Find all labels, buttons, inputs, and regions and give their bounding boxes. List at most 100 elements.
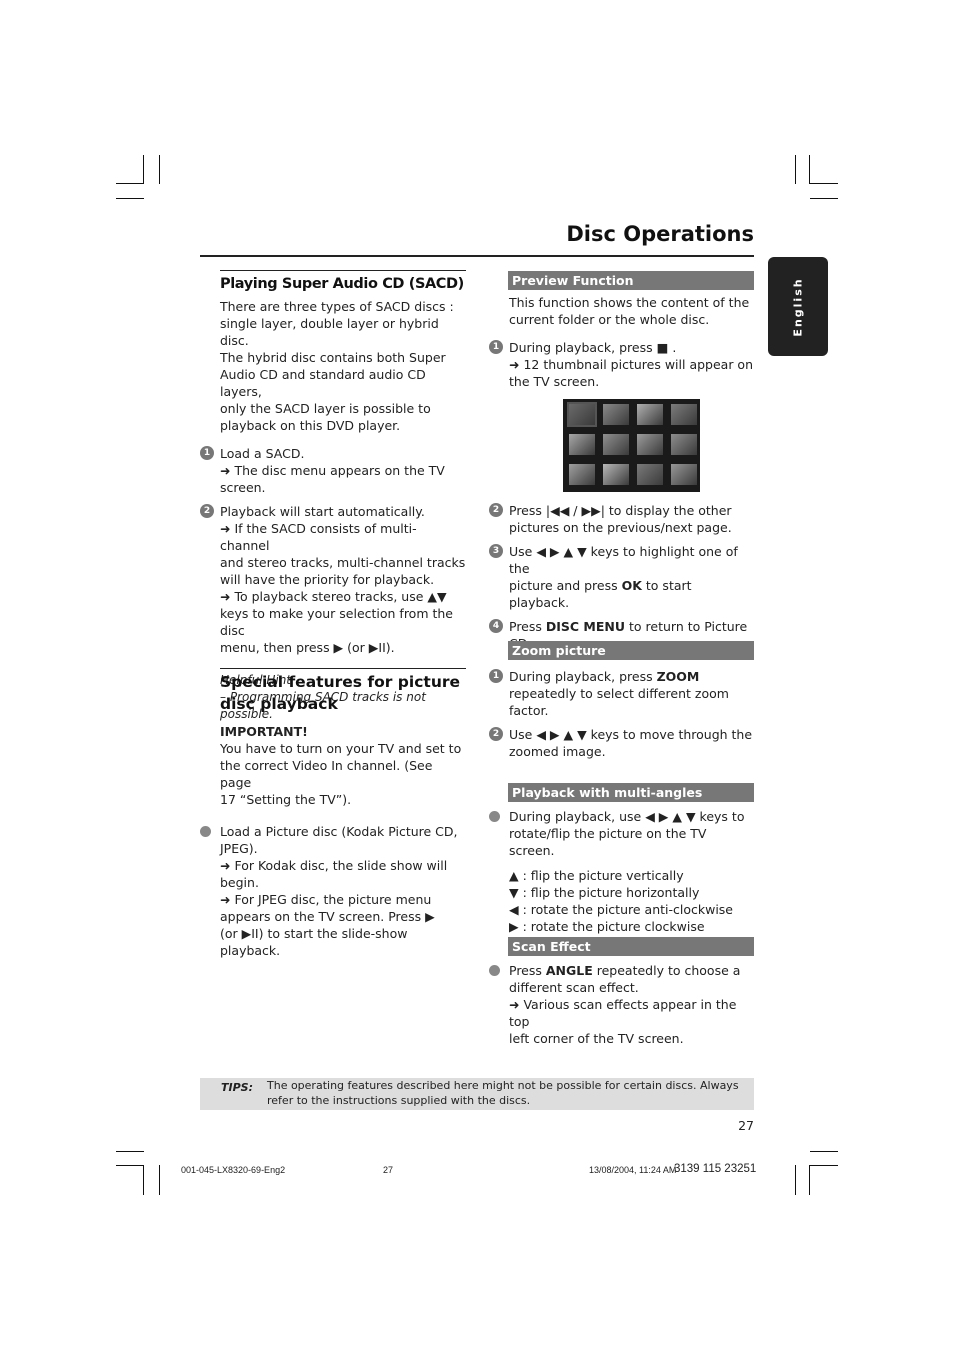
thumbnail-picture bbox=[569, 464, 595, 485]
preview-step-1: 1 During playback, press ■ . ➜ 12 thumbn… bbox=[489, 339, 754, 390]
sacd-intro: There are three types of SACD discs : si… bbox=[220, 298, 466, 434]
picture-bullet: Load a Picture disc (Kodak Picture CD, J… bbox=[200, 823, 466, 959]
key-description: ▼ : flip the picture horizontally bbox=[509, 885, 700, 900]
crop-mark bbox=[809, 155, 810, 184]
crop-mark bbox=[809, 1165, 838, 1166]
text-line: Use ◀ ▶ ▲ ▼ keys to move through the bbox=[509, 727, 753, 742]
text-line: There are three types of SACD discs : bbox=[220, 299, 454, 314]
angles-section: Playback with multi-angles During playba… bbox=[489, 783, 754, 935]
thumbnail-picture bbox=[637, 464, 663, 485]
text-line: begin. bbox=[220, 875, 259, 890]
step-number-icon: 1 bbox=[489, 340, 503, 354]
text-line: Audio CD and standard audio CD layers, bbox=[220, 367, 426, 399]
text-line: During playback, press ■ . bbox=[509, 340, 677, 355]
sacd-heading: Playing Super Audio CD (SACD) bbox=[220, 270, 466, 295]
tips-box: TIPS: The operating features described h… bbox=[200, 1078, 754, 1110]
text-line: the TV screen. bbox=[509, 374, 600, 389]
zoom-heading: Zoom picture bbox=[508, 641, 754, 660]
thumbnail-picture bbox=[603, 434, 629, 455]
text-line: Use ◀ ▶ ▲ ▼ keys to highlight one of the bbox=[509, 544, 738, 576]
key-name: ANGLE bbox=[545, 963, 593, 978]
sacd-step-1: 1 Load a SACD. ➜ The disc menu appears o… bbox=[200, 445, 466, 496]
crop-mark bbox=[809, 1165, 810, 1195]
text-line: repeatedly to select different zoom bbox=[509, 686, 729, 701]
bullet-icon bbox=[489, 965, 500, 976]
tips-text: The operating features described here mi… bbox=[267, 1079, 739, 1107]
text-line: screen. bbox=[220, 480, 266, 495]
preview-step-2: 2 Press |◀◀ / ▶▶| to display the other p… bbox=[489, 502, 754, 536]
thumbnail-picture bbox=[603, 464, 629, 485]
text-line: single layer, double layer or hybrid dis… bbox=[220, 316, 439, 348]
important-label: IMPORTANT! bbox=[220, 724, 308, 739]
thumbnail-picture bbox=[671, 434, 697, 455]
scan-heading: Scan Effect bbox=[508, 937, 754, 956]
thumbnail-picture bbox=[603, 404, 629, 425]
step-number-icon: 2 bbox=[489, 727, 503, 741]
page-title: Disc Operations bbox=[566, 222, 754, 246]
crop-mark bbox=[116, 198, 144, 199]
footer-file: 001-045-LX8320-69-Eng2 bbox=[181, 1165, 286, 1175]
step-number-icon: 1 bbox=[200, 446, 214, 460]
text-span: repeatedly to choose a bbox=[592, 963, 741, 978]
text-line: playback on this DVD player. bbox=[220, 418, 401, 433]
step-number-icon: 4 bbox=[489, 619, 503, 633]
text-line: and stereo tracks, multi-channel tracks bbox=[220, 555, 466, 570]
step-number-icon: 3 bbox=[489, 544, 503, 558]
text-line: This function shows the content of the bbox=[509, 295, 750, 310]
text-line: The hybrid disc contains both Super bbox=[220, 350, 446, 365]
thumbnail-picture bbox=[671, 404, 697, 425]
text-span: picture and press bbox=[509, 578, 622, 593]
key-description: ▶ : rotate the picture clockwise bbox=[509, 919, 705, 934]
text-line: ➜ For Kodak disc, the slide show will bbox=[220, 858, 448, 873]
text-line: During playback, use ◀ ▶ ▲ ▼ keys to bbox=[509, 809, 745, 824]
text-line: Press ANGLE repeatedly to choose a bbox=[509, 962, 754, 979]
text-line: pictures on the previous/next page. bbox=[509, 520, 732, 535]
text-line: factor. bbox=[509, 703, 549, 718]
text-line: different scan effect. bbox=[509, 980, 639, 995]
key-name: DISC MENU bbox=[545, 619, 626, 634]
text-line: Playback will start automatically. bbox=[220, 504, 425, 519]
text-line: Load a SACD. bbox=[220, 446, 305, 461]
key-description: ▲ : flip the picture vertically bbox=[509, 868, 684, 883]
text-line: You have to turn on your TV and set to bbox=[220, 741, 462, 756]
crop-mark bbox=[116, 183, 144, 184]
text-line: Load a Picture disc (Kodak Picture CD, bbox=[220, 824, 458, 839]
crop-mark bbox=[143, 1165, 144, 1195]
zoom-step-2: 2 Use ◀ ▶ ▲ ▼ keys to move through the z… bbox=[489, 726, 754, 760]
crop-mark bbox=[116, 1151, 144, 1152]
crop-mark bbox=[143, 155, 144, 184]
key-description: ◀ : rotate the picture anti-clockwise bbox=[509, 902, 733, 917]
text-line: rotate/flip the picture on the TV screen… bbox=[509, 826, 707, 858]
text-line: ➜ For JPEG disc, the picture menu bbox=[220, 892, 432, 907]
text-line: ➜ To playback stereo tracks, use ▲▼ bbox=[220, 589, 447, 604]
text-line: ➜ 12 thumbnail pictures will appear on bbox=[509, 357, 754, 372]
crop-mark bbox=[810, 1151, 838, 1152]
left-column: Playing Super Audio CD (SACD) There are … bbox=[200, 270, 466, 723]
scan-bullet: Press ANGLE repeatedly to choose a diffe… bbox=[489, 962, 754, 1047]
text-span: Press bbox=[509, 963, 546, 978]
footer-code: 3139 115 23251 bbox=[674, 1163, 757, 1175]
step-number-icon: 2 bbox=[489, 503, 503, 517]
thumbnail-picture bbox=[671, 464, 697, 485]
preview-intro: This function shows the content of the c… bbox=[509, 294, 754, 328]
thumbnail-picture bbox=[569, 434, 595, 455]
title-divider bbox=[200, 255, 754, 257]
key-name: OK bbox=[621, 578, 642, 593]
heading-line: Special features for picture bbox=[220, 673, 461, 691]
crop-mark bbox=[810, 198, 838, 199]
language-tab: English bbox=[768, 257, 828, 356]
heading-line: disc playback bbox=[220, 695, 338, 713]
text-line: ➜ If the SACD consists of multi-channel bbox=[220, 521, 417, 553]
crop-mark bbox=[116, 1165, 144, 1166]
text-line: zoomed image. bbox=[509, 744, 606, 759]
thumbnail-grid-image bbox=[563, 399, 700, 492]
thumbnail-picture bbox=[637, 404, 663, 425]
text-span: to return to Picture bbox=[625, 619, 748, 634]
preview-steps: 2 Press |◀◀ / ▶▶| to display the other p… bbox=[489, 502, 754, 652]
angles-heading: Playback with multi-angles bbox=[508, 783, 754, 802]
text-line: current folder or the whole disc. bbox=[509, 312, 710, 327]
scan-section: Scan Effect Press ANGLE repeatedly to ch… bbox=[489, 937, 754, 1047]
crop-mark bbox=[795, 1165, 796, 1195]
thumbnail-picture bbox=[567, 402, 597, 427]
step-number-icon: 2 bbox=[200, 504, 214, 518]
